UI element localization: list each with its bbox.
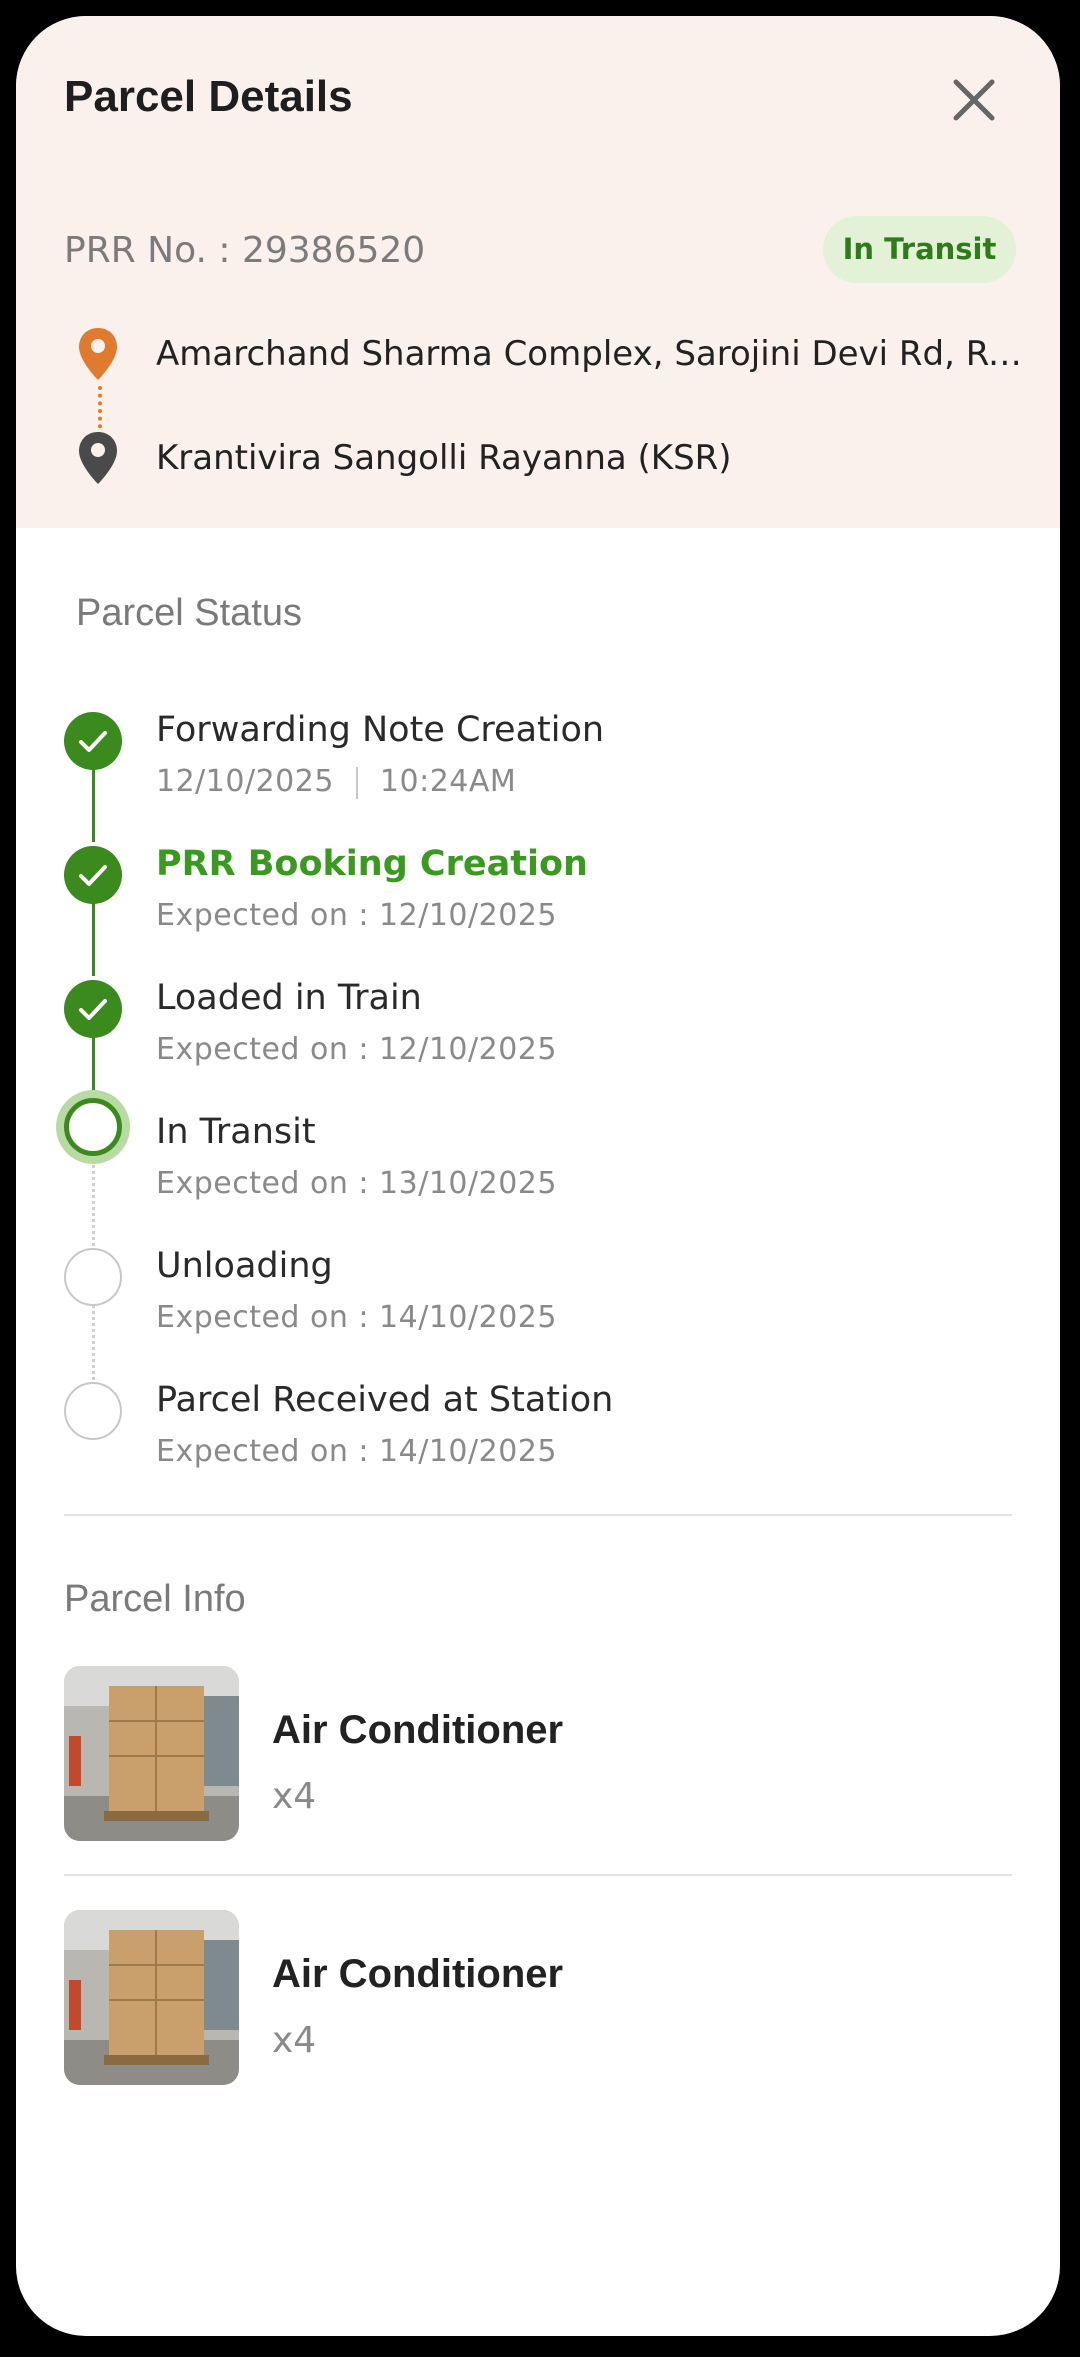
destination-pin-icon	[76, 430, 120, 486]
divider	[64, 1514, 1012, 1516]
step-expected: Expected on : 13/10/2025	[156, 1166, 557, 1201]
route-connector	[98, 386, 102, 436]
timeline-line-pending	[92, 1146, 95, 1246]
step-expected: Expected on : 12/10/2025	[156, 898, 557, 933]
step-datetime: 12/10/2025 10:24AM	[156, 764, 516, 799]
check-icon	[64, 712, 122, 770]
item-name: Air Conditioner	[272, 1708, 564, 1752]
step-expected: Expected on : 12/10/2025	[156, 1032, 557, 1067]
divider	[64, 1874, 1012, 1876]
parcel-status-heading: Parcel Status	[76, 592, 302, 634]
step-title: In Transit	[156, 1112, 316, 1152]
item-quantity: x4	[272, 1776, 317, 1817]
parcel-image	[64, 1910, 239, 2085]
item-quantity: x4	[272, 2020, 317, 2061]
separator	[355, 766, 358, 799]
page-title: Parcel Details	[64, 72, 353, 121]
parcel-image	[64, 1666, 239, 1841]
step-title: Forwarding Note Creation	[156, 710, 605, 750]
check-icon	[64, 980, 122, 1038]
step-title: Loaded in Train	[156, 978, 422, 1018]
status-badge: In Transit	[823, 216, 1016, 283]
step-time: 10:24AM	[379, 764, 517, 799]
step-expected: Expected on : 14/10/2025	[156, 1300, 557, 1335]
parcel-details-sheet: Parcel Details PRR No. : 29386520 In Tra…	[16, 16, 1060, 2336]
parcel-info-heading: Parcel Info	[64, 1578, 246, 1620]
origin-address: Amarchand Sharma Complex, Sarojini Devi …	[156, 334, 1026, 374]
parcel-header: Parcel Details PRR No. : 29386520 In Tra…	[16, 16, 1060, 528]
step-title: Parcel Received at Station	[156, 1380, 614, 1420]
item-name: Air Conditioner	[272, 1952, 564, 1996]
step-title-active: PRR Booking Creation	[156, 844, 588, 884]
check-icon	[64, 846, 122, 904]
close-icon[interactable]	[948, 74, 1000, 126]
origin-pin-icon	[76, 326, 120, 382]
prr-number: PRR No. : 29386520	[64, 230, 426, 271]
current-step-indicator	[64, 1098, 122, 1156]
pending-step-indicator	[64, 1248, 122, 1306]
destination-address: Krantivira Sangolli Rayanna (KSR)	[156, 438, 732, 478]
step-title: Unloading	[156, 1246, 333, 1286]
step-date: 12/10/2025	[156, 764, 334, 799]
step-expected: Expected on : 14/10/2025	[156, 1434, 557, 1469]
pending-step-indicator	[64, 1382, 122, 1440]
